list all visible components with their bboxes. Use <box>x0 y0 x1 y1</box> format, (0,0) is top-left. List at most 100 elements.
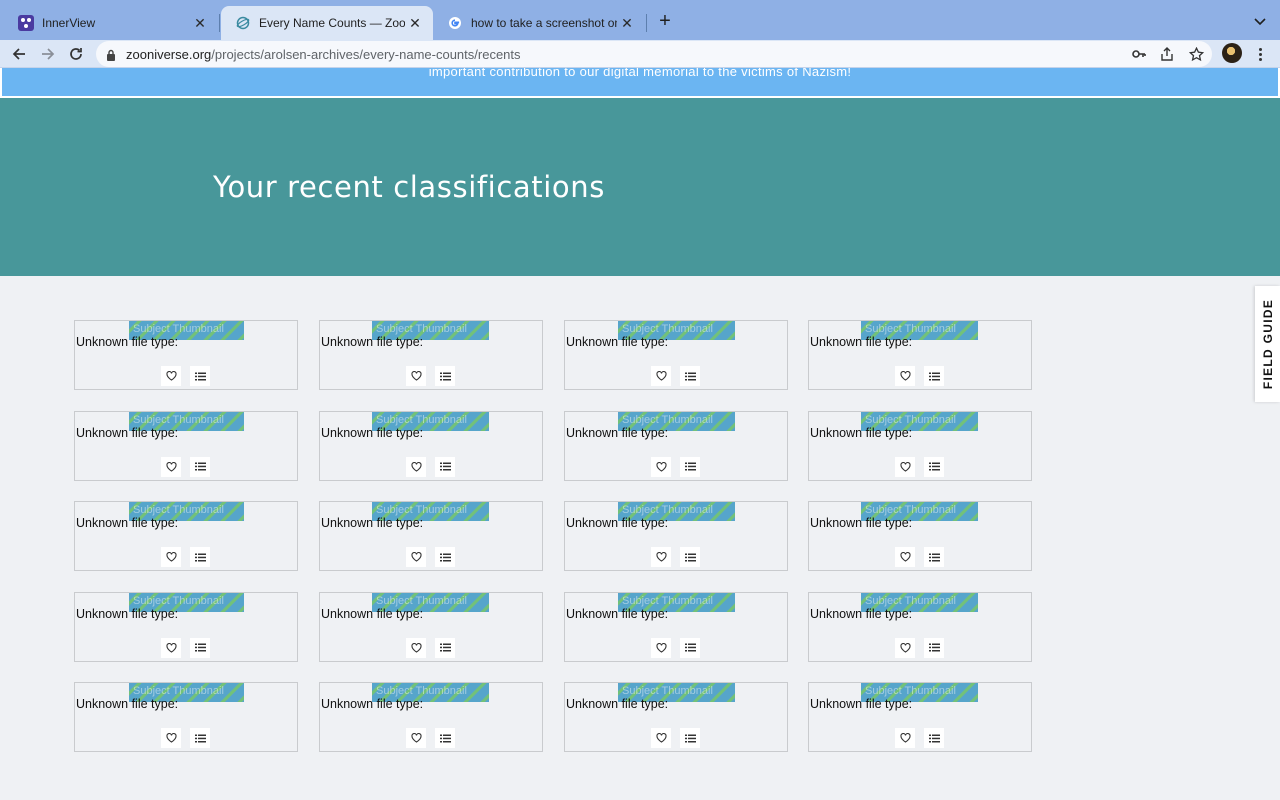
file-type-label: Unknown file type: <box>76 516 179 530</box>
tab-innerview[interactable]: InnerView ✕ <box>4 6 218 40</box>
recent-classification-card[interactable]: Subject Thumbnail Unknown file type: <box>319 682 543 752</box>
list-icon <box>684 643 696 652</box>
list-icon <box>684 372 696 380</box>
tab-search-button[interactable] <box>1250 12 1270 32</box>
recent-classification-card[interactable]: Subject Thumbnail Unknown file type: <box>74 320 298 390</box>
share-icon[interactable] <box>1159 46 1175 62</box>
file-type-label: Unknown file type: <box>321 606 424 621</box>
recent-classification-card[interactable]: Subject Thumbnail Unknown file type: <box>319 591 543 662</box>
tab-google-search[interactable]: how to take a screenshot on mac ✕ <box>433 6 645 40</box>
add-to-collection-button[interactable] <box>190 728 210 748</box>
favorite-button[interactable] <box>406 366 426 386</box>
favorite-button[interactable] <box>161 728 181 748</box>
browser-menu-button[interactable] <box>1253 44 1267 64</box>
favorite-button[interactable] <box>651 366 671 386</box>
add-to-collection-button[interactable] <box>680 637 700 658</box>
forward-button[interactable] <box>38 44 58 64</box>
close-tab-icon[interactable]: ✕ <box>405 13 425 33</box>
add-to-collection-button[interactable] <box>924 366 944 386</box>
heart-icon <box>899 461 911 472</box>
add-to-collection-button[interactable] <box>924 728 944 748</box>
close-tab-icon[interactable]: ✕ <box>617 13 637 33</box>
favorite-button[interactable] <box>651 637 671 658</box>
reload-button[interactable] <box>66 44 86 64</box>
add-to-collection-button[interactable] <box>680 728 700 748</box>
address-bar[interactable]: zooniverse.org/projects/arolsen-archives… <box>96 41 1212 67</box>
favorite-button[interactable] <box>406 728 426 748</box>
favorite-button[interactable] <box>651 547 671 567</box>
recent-classification-card[interactable]: Subject Thumbnail Unknown file type: <box>564 410 788 481</box>
recent-classification-card[interactable]: Subject Thumbnail Unknown file type: <box>564 682 788 752</box>
key-icon[interactable] <box>1131 46 1147 62</box>
field-guide-tab[interactable]: FIELD GUIDE <box>1255 286 1280 402</box>
favorite-button[interactable] <box>895 456 915 477</box>
recent-classification-card[interactable]: Subject Thumbnail Unknown file type: <box>808 682 1032 752</box>
lock-icon[interactable] <box>106 48 116 66</box>
tab-strip: InnerView ✕ Every Name Counts — Zooniver… <box>0 0 1280 40</box>
heart-icon <box>410 552 422 562</box>
thumbnail-alt-text: Subject Thumbnail <box>622 685 713 697</box>
recent-classification-card[interactable]: Subject Thumbnail Unknown file type: <box>319 501 543 571</box>
add-to-collection-button[interactable] <box>435 366 455 386</box>
favorite-button[interactable] <box>895 547 915 567</box>
favorite-button[interactable] <box>895 366 915 386</box>
heart-icon <box>165 461 177 472</box>
recent-classification-card[interactable]: Subject Thumbnail Unknown file type: <box>319 410 543 481</box>
add-to-collection-button[interactable] <box>680 456 700 477</box>
favorite-button[interactable] <box>161 547 181 567</box>
recent-classification-card[interactable]: Subject Thumbnail Unknown file type: <box>74 591 298 662</box>
add-to-collection-button[interactable] <box>435 547 455 567</box>
heart-icon <box>655 733 667 743</box>
recent-classification-card[interactable]: Subject Thumbnail Unknown file type: <box>74 410 298 481</box>
add-to-collection-button[interactable] <box>190 366 210 386</box>
profile-avatar[interactable] <box>1222 43 1242 63</box>
add-to-collection-button[interactable] <box>435 456 455 477</box>
recent-classification-card[interactable]: Subject Thumbnail Unknown file type: <box>808 501 1032 571</box>
close-tab-icon[interactable]: ✕ <box>190 13 210 33</box>
list-icon <box>194 734 206 742</box>
file-type-label: Unknown file type: <box>810 425 913 440</box>
favorite-button[interactable] <box>406 456 426 477</box>
recent-classification-card[interactable]: Subject Thumbnail Unknown file type: <box>808 320 1032 390</box>
heart-icon <box>899 642 911 653</box>
new-tab-button[interactable]: + <box>654 10 676 32</box>
field-guide-label: FIELD GUIDE <box>1260 298 1275 390</box>
favorite-button[interactable] <box>406 637 426 658</box>
heart-icon <box>165 552 177 562</box>
recent-classification-card[interactable]: Subject Thumbnail Unknown file type: <box>564 501 788 571</box>
thumbnail-alt-text: Subject Thumbnail <box>376 323 467 335</box>
favorite-button[interactable] <box>651 456 671 477</box>
file-type-label: Unknown file type: <box>321 697 424 711</box>
add-to-collection-button[interactable] <box>435 637 455 658</box>
recent-classification-card[interactable]: Subject Thumbnail Unknown file type: <box>319 320 543 390</box>
add-to-collection-button[interactable] <box>680 366 700 386</box>
google-icon <box>447 15 463 31</box>
thumbnail-alt-text: Subject Thumbnail <box>376 413 467 426</box>
recent-classification-card[interactable]: Subject Thumbnail Unknown file type: <box>564 320 788 390</box>
favorite-button[interactable] <box>895 728 915 748</box>
list-icon <box>928 734 940 742</box>
favorite-button[interactable] <box>406 547 426 567</box>
favorite-button[interactable] <box>161 456 181 477</box>
recent-classification-card[interactable]: Subject Thumbnail Unknown file type: <box>564 591 788 662</box>
favorite-button[interactable] <box>161 366 181 386</box>
add-to-collection-button[interactable] <box>435 728 455 748</box>
add-to-collection-button[interactable] <box>924 637 944 658</box>
add-to-collection-button[interactable] <box>190 456 210 477</box>
favorite-button[interactable] <box>161 637 181 658</box>
bookmark-star-icon[interactable] <box>1188 46 1204 62</box>
thumbnail-alt-text: Subject Thumbnail <box>133 594 224 607</box>
recent-classification-card[interactable]: Subject Thumbnail Unknown file type: <box>74 682 298 752</box>
recent-classification-card[interactable]: Subject Thumbnail Unknown file type: <box>808 591 1032 662</box>
favorite-button[interactable] <box>651 728 671 748</box>
add-to-collection-button[interactable] <box>190 637 210 658</box>
recent-classification-card[interactable]: Subject Thumbnail Unknown file type: <box>74 501 298 571</box>
add-to-collection-button[interactable] <box>924 547 944 567</box>
back-button[interactable] <box>9 44 29 64</box>
add-to-collection-button[interactable] <box>680 547 700 567</box>
add-to-collection-button[interactable] <box>190 547 210 567</box>
add-to-collection-button[interactable] <box>924 456 944 477</box>
tab-every-name-counts[interactable]: Every Name Counts — Zooniverse ✕ <box>221 6 433 40</box>
recent-classification-card[interactable]: Subject Thumbnail Unknown file type: <box>808 410 1032 481</box>
favorite-button[interactable] <box>895 637 915 658</box>
